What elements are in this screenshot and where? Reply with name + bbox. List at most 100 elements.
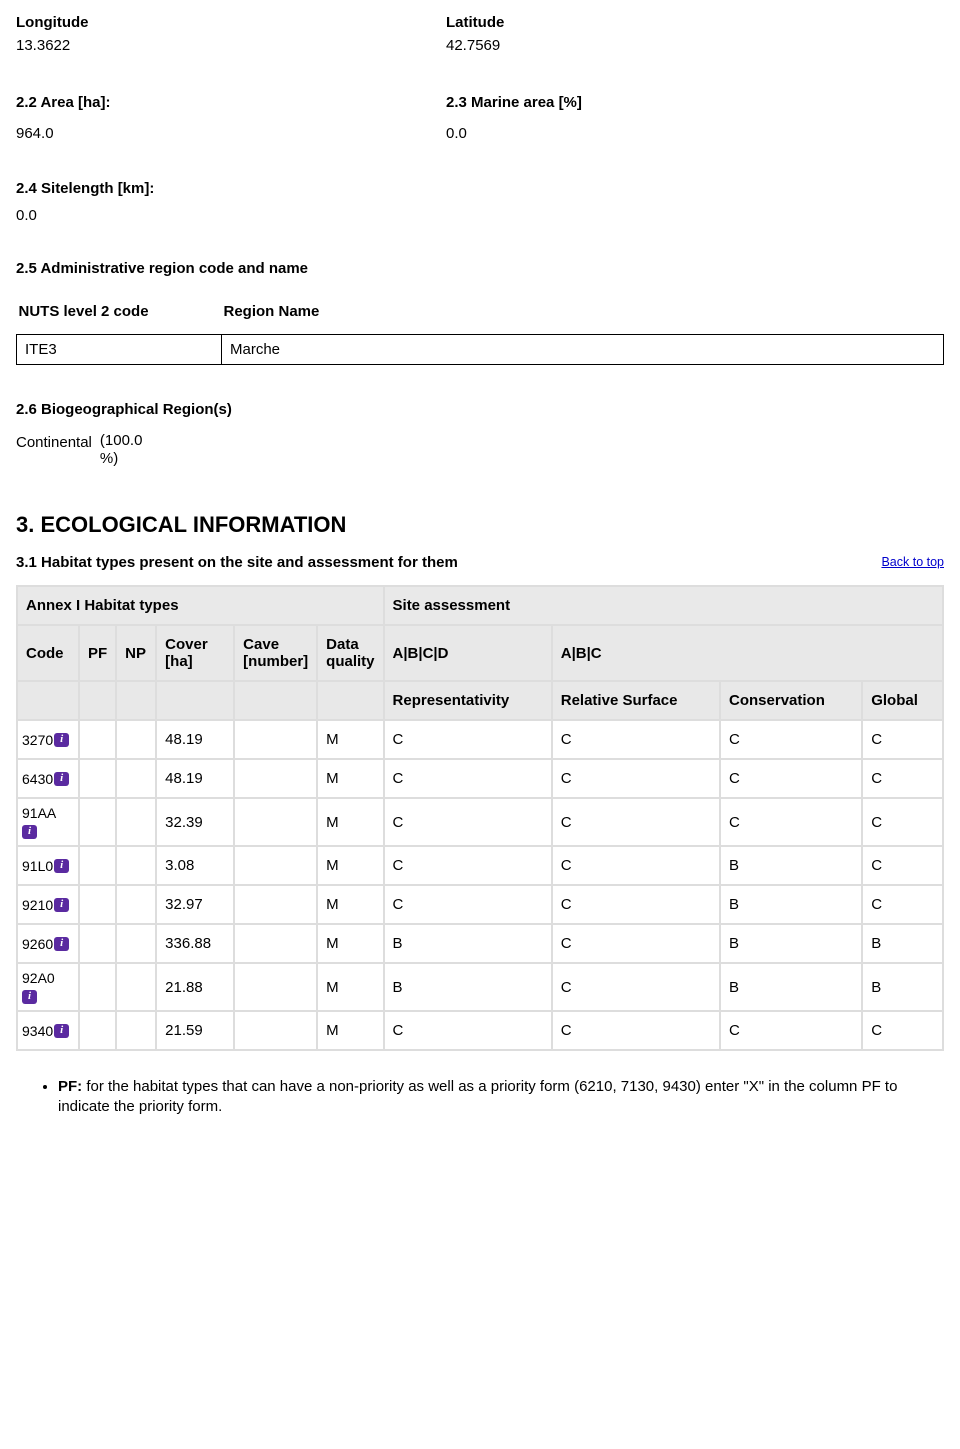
habitat-conservation-cell: C (720, 720, 862, 759)
habitat-header-annex: Annex I Habitat types (17, 586, 384, 625)
habitat-representativity-cell: C (384, 1011, 552, 1050)
habitat-conservation-cell: C (720, 1011, 862, 1050)
back-to-top-link[interactable]: Back to top (881, 555, 944, 571)
habitat-code-cell: 9210i (17, 885, 79, 924)
biogeo-percent: (100.0 %) (96, 432, 143, 468)
habitat-cover-cell: 48.19 (156, 759, 234, 798)
habitat-dq-cell: M (317, 885, 383, 924)
habitat-cover-cell: 3.08 (156, 846, 234, 885)
habitat-np-cell (116, 924, 156, 963)
table-row: 3270i48.19MCCCC (17, 720, 943, 759)
habitat-np-cell (116, 720, 156, 759)
habitat-cave-cell (234, 846, 317, 885)
habitat-global-cell: C (862, 759, 943, 798)
habitat-conservation-cell: C (720, 759, 862, 798)
info-icon[interactable]: i (54, 937, 69, 951)
table-row: 6430i48.19MCCCC (17, 759, 943, 798)
habitat-cave-cell (234, 924, 317, 963)
habitat-global-cell: B (862, 963, 943, 1011)
habitat-col-code: Code (17, 625, 79, 681)
habitat-cover-cell: 21.88 (156, 963, 234, 1011)
habitat-pf-cell (79, 924, 116, 963)
habitat-col-cave: Cave [number] (234, 625, 317, 681)
info-icon[interactable]: i (54, 772, 69, 786)
habitat-cover-cell: 21.59 (156, 1011, 234, 1050)
habitat-col-cover: Cover [ha] (156, 625, 234, 681)
habitat-dq-cell: M (317, 798, 383, 846)
habitat-table: Annex I Habitat types Site assessment Co… (16, 585, 944, 1051)
habitat-pf-cell (79, 720, 116, 759)
habitat-col-global: Global (862, 681, 943, 720)
habitat-col-dataquality: Data quality (317, 625, 383, 681)
habitat-global-cell: C (862, 720, 943, 759)
habitat-cover-cell: 48.19 (156, 720, 234, 759)
habitat-dq-cell: M (317, 1011, 383, 1050)
habitat-np-cell (116, 1011, 156, 1050)
habitat-header-assessment: Site assessment (384, 586, 943, 625)
habitat-code-cell: 91AAi (17, 798, 79, 846)
habitat-code-cell: 91L0i (17, 846, 79, 885)
info-icon[interactable]: i (54, 898, 69, 912)
habitat-col-abcd: A|B|C|D (384, 625, 552, 681)
habitat-code-cell: 6430i (17, 759, 79, 798)
note-pf-label: PF: (58, 1078, 82, 1095)
habitat-relative-surface-cell: C (552, 885, 720, 924)
habitat-global-cell: C (862, 846, 943, 885)
habitat-code-cell: 9260i (17, 924, 79, 963)
habitat-representativity-cell: C (384, 846, 552, 885)
info-icon[interactable]: i (22, 825, 37, 839)
table-row: 9210i32.97MCCBC (17, 885, 943, 924)
table-row: 9260i336.88MBCBB (17, 924, 943, 963)
area-row: 2.2 Area [ha]: 964.0 2.3 Marine area [%]… (16, 92, 944, 144)
admin-col-code: NUTS level 2 code (17, 297, 222, 335)
habitat-col-np: NP (116, 625, 156, 681)
habitat-pf-cell (79, 1011, 116, 1050)
habitat-global-cell: B (862, 924, 943, 963)
sitelength-label: 2.4 Sitelength [km]: (16, 180, 944, 197)
longitude-label: Longitude (16, 12, 446, 33)
latitude-value: 42.7569 (446, 35, 876, 56)
marine-area-label: 2.3 Marine area [%] (446, 92, 876, 113)
info-icon[interactable]: i (54, 859, 69, 873)
section-3-title: 3. ECOLOGICAL INFORMATION (16, 512, 944, 538)
habitat-code-cell: 9340i (17, 1011, 79, 1050)
admin-region-heading: 2.5 Administrative region code and name (16, 260, 944, 277)
habitat-cave-cell (234, 720, 317, 759)
table-row: 9340i21.59MCCCC (17, 1011, 943, 1050)
habitat-conservation-cell: C (720, 798, 862, 846)
note-pf: PF: for the habitat types that can have … (58, 1077, 944, 1118)
admin-name-cell: Marche (222, 335, 944, 365)
habitat-conservation-cell: B (720, 885, 862, 924)
habitat-dq-cell: M (317, 963, 383, 1011)
coordinates-row: Longitude 13.3622 Latitude 42.7569 (16, 12, 944, 56)
habitat-cave-cell (234, 885, 317, 924)
habitat-representativity-cell: B (384, 963, 552, 1011)
notes-list: PF: for the habitat types that can have … (16, 1077, 944, 1118)
habitat-global-cell: C (862, 885, 943, 924)
habitat-code-cell: 92A0i (17, 963, 79, 1011)
info-icon[interactable]: i (54, 1024, 69, 1038)
area-value: 964.0 (16, 123, 446, 144)
habitat-conservation-cell: B (720, 924, 862, 963)
habitat-representativity-cell: C (384, 720, 552, 759)
habitat-relative-surface-cell: C (552, 846, 720, 885)
habitat-np-cell (116, 798, 156, 846)
info-icon[interactable]: i (54, 733, 69, 747)
table-row: 92A0i21.88MBCBB (17, 963, 943, 1011)
habitat-relative-surface-cell: C (552, 1011, 720, 1050)
habitat-relative-surface-cell: C (552, 759, 720, 798)
habitat-pf-cell (79, 798, 116, 846)
habitat-col-conservation: Conservation (720, 681, 862, 720)
habitat-representativity-cell: C (384, 759, 552, 798)
habitat-col-pf: PF (79, 625, 116, 681)
table-row: 91AAi32.39MCCCC (17, 798, 943, 846)
habitat-np-cell (116, 846, 156, 885)
habitat-conservation-cell: B (720, 846, 862, 885)
note-pf-text: for the habitat types that can have a no… (58, 1078, 897, 1115)
section-3-1-heading: 3.1 Habitat types present on the site an… (16, 554, 458, 571)
habitat-global-cell: C (862, 1011, 943, 1050)
habitat-col-representativity: Representativity (384, 681, 552, 720)
admin-region-table: NUTS level 2 code Region Name ITE3Marche (16, 297, 944, 365)
info-icon[interactable]: i (22, 990, 37, 1004)
biogeo-heading: 2.6 Biogeographical Region(s) (16, 401, 944, 418)
